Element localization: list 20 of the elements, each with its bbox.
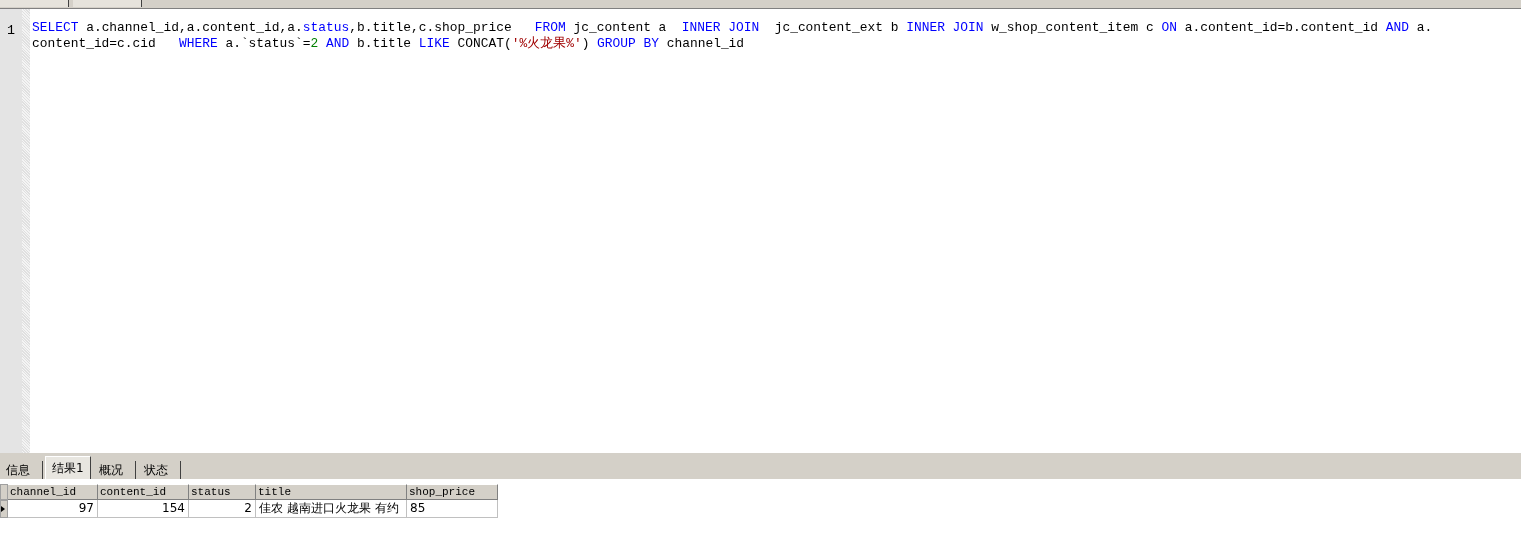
line-number: 1 — [7, 23, 15, 38]
column-header[interactable]: shop_price — [407, 484, 498, 500]
result-tab[interactable]: 结果1 — [45, 456, 91, 479]
table-cell: 佳农 越南进口火龙果 有约 — [256, 500, 407, 518]
table-cell: 97 — [8, 500, 98, 518]
code-line: SELECT a.channel_id,a.content_id,a.status,b.title,c.shop_price FROM jc_content a INNER JOIN jc_content_ext b INNER JOIN w_shop_content_item c ON a.content_id=b.content_id AND a. — [32, 20, 1433, 36]
table-cell: 154 — [98, 500, 189, 518]
table-cell: 85 — [407, 500, 498, 518]
code-line: content_id=c.cid WHERE a.`status`=2 AND b.title LIKE CONCAT('%火龙果%') GROUP BY channel_id — [32, 36, 745, 52]
query-tab[interactable] — [0, 0, 69, 7]
column-header[interactable]: content_id — [98, 484, 189, 500]
column-header[interactable]: status — [189, 484, 256, 500]
result-tab[interactable]: 概况 — [92, 461, 136, 479]
result-tab[interactable]: 信息 — [0, 461, 43, 479]
result-tab[interactable]: 状态 — [137, 461, 181, 479]
column-header[interactable]: title — [256, 484, 407, 500]
header-corner — [0, 484, 8, 500]
column-header[interactable]: channel_id — [8, 484, 98, 500]
query-tab[interactable] — [73, 0, 142, 7]
table-cell: 2 — [189, 500, 256, 518]
